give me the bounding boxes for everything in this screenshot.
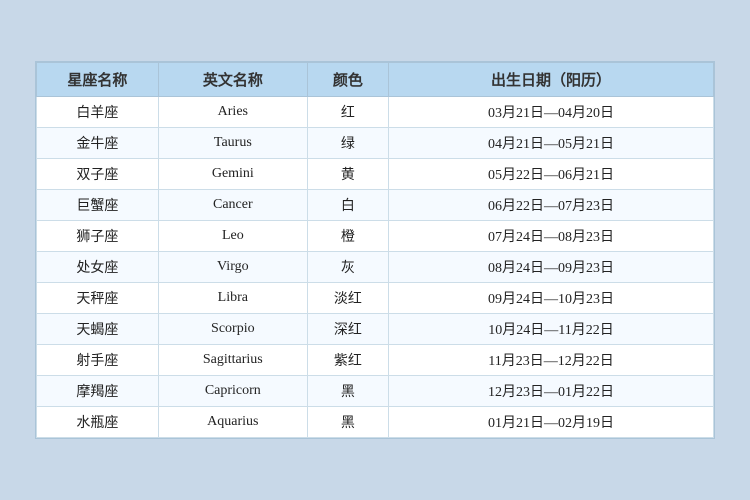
zodiac-table-wrapper: 星座名称 英文名称 颜色 出生日期（阳历） 白羊座Aries红03月21日—04… [35, 61, 715, 439]
cell-zh: 狮子座 [37, 221, 159, 252]
table-header-row: 星座名称 英文名称 颜色 出生日期（阳历） [37, 63, 714, 97]
cell-zh: 金牛座 [37, 128, 159, 159]
header-zh: 星座名称 [37, 63, 159, 97]
table-body: 白羊座Aries红03月21日—04月20日金牛座Taurus绿04月21日—0… [37, 97, 714, 438]
cell-date: 05月22日—06月21日 [389, 159, 714, 190]
cell-en: Aries [158, 97, 307, 128]
cell-color: 紫红 [307, 345, 388, 376]
cell-date: 03月21日—04月20日 [389, 97, 714, 128]
cell-date: 07月24日—08月23日 [389, 221, 714, 252]
table-row: 水瓶座Aquarius黑01月21日—02月19日 [37, 407, 714, 438]
table-row: 射手座Sagittarius紫红11月23日—12月22日 [37, 345, 714, 376]
cell-zh: 处女座 [37, 252, 159, 283]
cell-color: 黑 [307, 376, 388, 407]
cell-en: Libra [158, 283, 307, 314]
header-date: 出生日期（阳历） [389, 63, 714, 97]
cell-date: 06月22日—07月23日 [389, 190, 714, 221]
cell-en: Scorpio [158, 314, 307, 345]
cell-color: 黄 [307, 159, 388, 190]
table-row: 狮子座Leo橙07月24日—08月23日 [37, 221, 714, 252]
cell-zh: 摩羯座 [37, 376, 159, 407]
table-row: 金牛座Taurus绿04月21日—05月21日 [37, 128, 714, 159]
cell-color: 深红 [307, 314, 388, 345]
cell-en: Virgo [158, 252, 307, 283]
cell-date: 10月24日—11月22日 [389, 314, 714, 345]
cell-zh: 巨蟹座 [37, 190, 159, 221]
header-color: 颜色 [307, 63, 388, 97]
cell-color: 黑 [307, 407, 388, 438]
cell-date: 08月24日—09月23日 [389, 252, 714, 283]
table-row: 天秤座Libra淡红09月24日—10月23日 [37, 283, 714, 314]
table-row: 白羊座Aries红03月21日—04月20日 [37, 97, 714, 128]
cell-color: 灰 [307, 252, 388, 283]
cell-date: 12月23日—01月22日 [389, 376, 714, 407]
cell-date: 11月23日—12月22日 [389, 345, 714, 376]
table-row: 摩羯座Capricorn黑12月23日—01月22日 [37, 376, 714, 407]
table-row: 天蝎座Scorpio深红10月24日—11月22日 [37, 314, 714, 345]
cell-color: 淡红 [307, 283, 388, 314]
cell-color: 橙 [307, 221, 388, 252]
cell-en: Taurus [158, 128, 307, 159]
table-row: 巨蟹座Cancer白06月22日—07月23日 [37, 190, 714, 221]
cell-zh: 白羊座 [37, 97, 159, 128]
cell-color: 红 [307, 97, 388, 128]
cell-zh: 双子座 [37, 159, 159, 190]
cell-date: 09月24日—10月23日 [389, 283, 714, 314]
cell-zh: 射手座 [37, 345, 159, 376]
cell-en: Sagittarius [158, 345, 307, 376]
cell-zh: 水瓶座 [37, 407, 159, 438]
cell-zh: 天蝎座 [37, 314, 159, 345]
cell-color: 白 [307, 190, 388, 221]
zodiac-table: 星座名称 英文名称 颜色 出生日期（阳历） 白羊座Aries红03月21日—04… [36, 62, 714, 438]
cell-en: Gemini [158, 159, 307, 190]
cell-date: 01月21日—02月19日 [389, 407, 714, 438]
cell-en: Capricorn [158, 376, 307, 407]
header-en: 英文名称 [158, 63, 307, 97]
cell-en: Aquarius [158, 407, 307, 438]
cell-en: Cancer [158, 190, 307, 221]
cell-zh: 天秤座 [37, 283, 159, 314]
table-row: 处女座Virgo灰08月24日—09月23日 [37, 252, 714, 283]
cell-color: 绿 [307, 128, 388, 159]
cell-date: 04月21日—05月21日 [389, 128, 714, 159]
table-row: 双子座Gemini黄05月22日—06月21日 [37, 159, 714, 190]
cell-en: Leo [158, 221, 307, 252]
